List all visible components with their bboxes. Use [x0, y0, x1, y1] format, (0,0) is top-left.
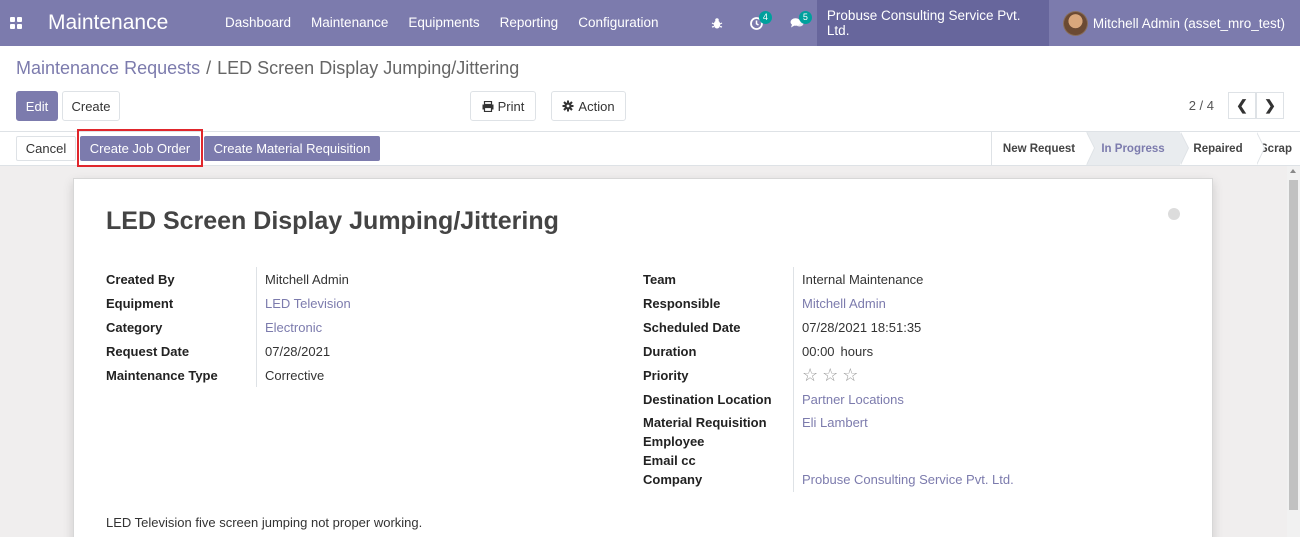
- avatar: [1062, 10, 1088, 36]
- field-request-date: Request Date 07/28/2021: [106, 343, 331, 359]
- description-text[interactable]: LED Television five screen jumping not p…: [106, 515, 422, 530]
- messages-icon[interactable]: 5: [777, 0, 817, 46]
- control-panel: Maintenance Requests / LED Screen Display …: [0, 46, 1300, 132]
- scrollbar-thumb[interactable]: [1289, 180, 1298, 510]
- field-maintenance-type: Maintenance Type Corrective: [106, 367, 325, 383]
- chevron-left-icon: ❮: [1236, 97, 1248, 113]
- field-category: Category Electronic: [106, 319, 323, 335]
- category-link[interactable]: Electronic: [265, 320, 322, 335]
- menu-configuration[interactable]: Configuration: [568, 0, 668, 46]
- activity-count-badge: 4: [758, 11, 772, 24]
- create-button[interactable]: Create: [62, 91, 120, 121]
- print-label: Print: [497, 98, 525, 114]
- menu-dashboard[interactable]: Dashboard: [215, 0, 301, 46]
- menu-equipments[interactable]: Equipments: [398, 0, 489, 46]
- field-duration: Duration 00:00 hours: [643, 343, 874, 359]
- form-sheet: LED Screen Display Jumping/Jittering Cre…: [73, 178, 1213, 537]
- responsible-link[interactable]: Mitchell Admin: [802, 296, 886, 311]
- field-priority: Priority ☆ ☆ ☆: [643, 364, 859, 386]
- breadcrumb-current: LED Screen Display Jumping/Jittering: [217, 58, 520, 78]
- field-scheduled-date: Scheduled Date 07/28/2021 18:51:35: [643, 319, 922, 335]
- highlight-annotation: [77, 129, 203, 167]
- breadcrumb: Maintenance Requests / LED Screen Display …: [16, 58, 519, 79]
- chevron-right-icon: ❯: [1264, 97, 1276, 113]
- record-title: LED Screen Display Jumping/Jittering: [106, 207, 559, 235]
- equipment-link[interactable]: LED Television: [265, 296, 351, 311]
- priority-star-icon[interactable]: ☆: [842, 365, 858, 386]
- action-button[interactable]: Action: [551, 91, 626, 121]
- field-team: Team Internal Maintenance: [643, 271, 924, 287]
- create-material-requisition-button[interactable]: Create Material Requisition: [204, 136, 380, 161]
- breadcrumb-separator: /: [206, 58, 212, 78]
- print-icon: [482, 100, 494, 112]
- scrollbar[interactable]: [1287, 166, 1300, 537]
- stage-in-progress[interactable]: In Progress: [1086, 132, 1189, 165]
- action-label: Action: [578, 98, 615, 114]
- gear-icon: [562, 100, 574, 112]
- field-created-by: Created By Mitchell Admin: [106, 271, 349, 287]
- menu-reporting[interactable]: Reporting: [490, 0, 569, 46]
- right-field-group: Team Internal Maintenance Responsible Mi…: [643, 267, 1183, 489]
- priority-star-icon[interactable]: ☆: [802, 365, 818, 386]
- field-destination-location: Destination Location Partner Locations: [643, 391, 904, 407]
- stage-label: Repaired: [1193, 142, 1243, 155]
- field-email-cc: Email cc: [643, 453, 696, 468]
- left-field-group: Created By Mitchell Admin Equipment LED …: [106, 267, 606, 387]
- cancel-button[interactable]: Cancel: [16, 136, 76, 161]
- field-equipment: Equipment LED Television: [106, 295, 351, 311]
- main-menu: Dashboard Maintenance Equipments Reporti…: [215, 0, 669, 46]
- pager-value[interactable]: 2 / 4: [1189, 98, 1214, 113]
- company-switcher[interactable]: Probuse Consulting Service Pvt. Ltd.: [816, 0, 1049, 46]
- field-responsible: Responsible Mitchell Admin: [643, 295, 886, 311]
- print-button[interactable]: Print: [470, 91, 536, 121]
- stage-pipeline: New Request In Progress Repaired Scrap: [991, 132, 1300, 165]
- stage-label: In Progress: [1101, 142, 1165, 155]
- scroll-up-icon[interactable]: [1290, 169, 1296, 173]
- kanban-state-indicator[interactable]: [1168, 208, 1180, 220]
- priority-star-icon[interactable]: ☆: [822, 365, 838, 386]
- systray: 4 5 Probuse Consulting Service Pvt. Ltd.…: [697, 0, 1300, 46]
- stage-repaired[interactable]: Repaired: [1180, 132, 1265, 165]
- pager-next-button[interactable]: ❯: [1256, 92, 1284, 119]
- messages-count-badge: 5: [798, 11, 812, 24]
- company-link[interactable]: Probuse Consulting Service Pvt. Ltd.: [802, 472, 1014, 487]
- edit-button[interactable]: Edit: [16, 91, 58, 121]
- field-material-requisition-employee: Material Requisition Eli Lambert: [643, 415, 868, 430]
- material-employee-link[interactable]: Eli Lambert: [802, 415, 868, 430]
- user-name: Mitchell Admin (asset_mro_test): [1092, 15, 1285, 31]
- stage-label: New Request: [1002, 142, 1076, 155]
- menu-maintenance[interactable]: Maintenance: [301, 0, 398, 46]
- field-employee-label: Employee: [643, 434, 705, 449]
- stage-new-request[interactable]: New Request: [992, 132, 1095, 165]
- app-title[interactable]: Maintenance: [48, 11, 215, 35]
- destination-link[interactable]: Partner Locations: [802, 392, 904, 407]
- apps-menu-icon[interactable]: [0, 0, 32, 46]
- top-navbar: Maintenance Dashboard Maintenance Equipm…: [0, 0, 1300, 46]
- field-company: Company Probuse Consulting Service Pvt. …: [643, 472, 1014, 487]
- pager-previous-button[interactable]: ❮: [1228, 92, 1256, 119]
- bug-icon[interactable]: [697, 0, 737, 46]
- activity-clock-icon[interactable]: 4: [737, 0, 777, 46]
- user-menu[interactable]: Mitchell Admin (asset_mro_test): [1049, 0, 1300, 46]
- breadcrumb-parent[interactable]: Maintenance Requests: [16, 58, 200, 78]
